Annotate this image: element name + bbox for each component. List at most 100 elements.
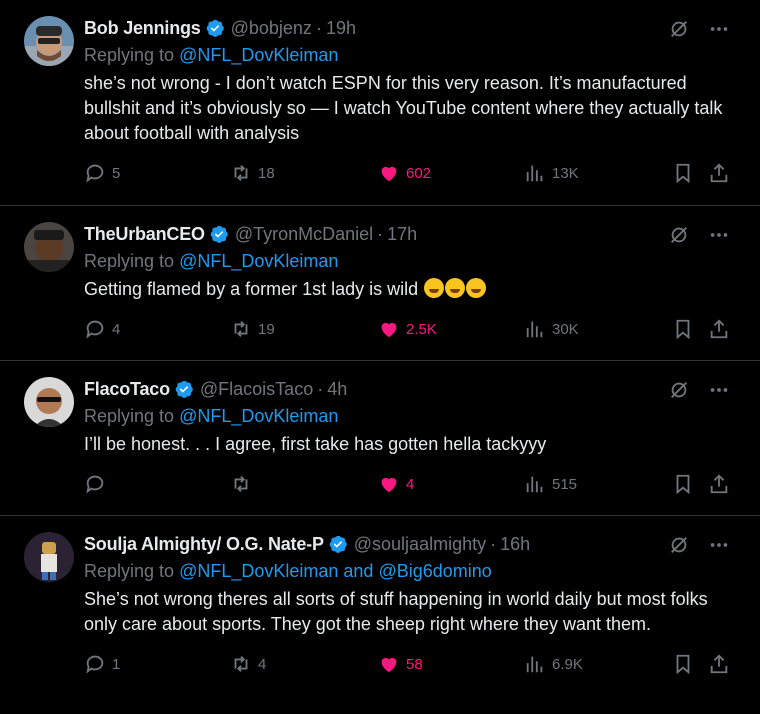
- view-count: 515: [552, 475, 578, 493]
- view-count: 30K: [552, 320, 579, 338]
- like-button[interactable]: 4: [378, 473, 414, 495]
- display-name[interactable]: FlacoTaco: [84, 379, 170, 400]
- reply-icon: [86, 475, 104, 494]
- handle[interactable]: @FlacoisTaco: [200, 379, 313, 400]
- reply-button[interactable]: 1: [84, 653, 120, 675]
- bookmark-button[interactable]: [672, 473, 694, 495]
- share-button[interactable]: [708, 473, 730, 495]
- handle[interactable]: @souljaalmighty: [354, 534, 486, 555]
- views-button[interactable]: 13K: [524, 162, 579, 184]
- retweet-button[interactable]: [230, 473, 258, 495]
- bookmark-button[interactable]: [672, 162, 694, 184]
- replying-label: Replying to: [84, 251, 175, 271]
- bookmark-icon: [676, 654, 690, 675]
- bookmark-button[interactable]: [672, 318, 694, 340]
- replying-label: Replying to: [84, 45, 175, 65]
- avatar[interactable]: [24, 16, 74, 66]
- display-name[interactable]: Bob Jennings: [84, 18, 201, 39]
- action-bar: 5 18 602 13K: [84, 146, 744, 202]
- mention-link[interactable]: @NFL_DovKleiman: [179, 251, 338, 271]
- timestamp[interactable]: 4h: [327, 379, 347, 400]
- avatar[interactable]: [24, 377, 74, 427]
- replying-to: Replying to @NFL_DovKleiman and @Big6dom…: [84, 558, 744, 584]
- slash-circle-icon[interactable]: [668, 224, 690, 246]
- share-button[interactable]: [708, 318, 730, 340]
- retweet-count: 19: [258, 320, 275, 338]
- replying-to: Replying to @NFL_DovKleiman: [84, 248, 744, 274]
- reply-count: 5: [112, 164, 121, 182]
- retweet-icon: [234, 165, 248, 181]
- like-button[interactable]: 602: [378, 162, 431, 184]
- separator-dot: ·: [490, 533, 497, 554]
- mention-link[interactable]: @NFL_DovKleiman: [179, 45, 338, 65]
- retweet-icon: [234, 476, 248, 492]
- separator-dot: ·: [315, 17, 322, 38]
- bookmark-button[interactable]: [672, 653, 694, 675]
- more-icon[interactable]: [708, 379, 730, 401]
- bookmark-icon: [676, 474, 690, 495]
- separator-dot: ·: [317, 378, 324, 399]
- view-count: 6.9K: [552, 655, 583, 673]
- views-icon: [526, 321, 543, 338]
- like-button[interactable]: 2.5K: [378, 318, 437, 340]
- more-icon[interactable]: [708, 534, 730, 556]
- share-icon: [710, 163, 728, 183]
- reply-button[interactable]: 4: [84, 318, 120, 340]
- views-icon: [526, 476, 543, 493]
- reply-icon: [86, 320, 104, 339]
- share-icon: [710, 474, 728, 494]
- display-name[interactable]: TheUrbanCEO: [84, 224, 205, 245]
- retweet-icon: [234, 656, 248, 672]
- more-icon[interactable]: [708, 224, 730, 246]
- tweet[interactable]: Bob Jennings @bobjenz · 19h Replying to …: [0, 0, 760, 206]
- retweet-button[interactable]: 18: [230, 162, 275, 184]
- verified-badge-icon: [206, 19, 224, 37]
- tweet-text: She’s not wrong theres all sorts of stuf…: [84, 589, 708, 634]
- slash-circle-icon[interactable]: [668, 379, 690, 401]
- handle[interactable]: @TyronMcDaniel: [235, 224, 373, 245]
- verified-badge-icon: [329, 535, 347, 553]
- separator-dot: ·: [377, 223, 384, 244]
- timestamp[interactable]: 16h: [500, 534, 530, 555]
- views-button[interactable]: 30K: [524, 318, 579, 340]
- mention-link[interactable]: @NFL_DovKleiman and @Big6domino: [179, 561, 492, 581]
- avatar[interactable]: [24, 532, 74, 582]
- retweet-count: 4: [258, 655, 267, 673]
- tweet-text: I’ll be honest. . . I agree, first take …: [84, 434, 547, 454]
- views-button[interactable]: 6.9K: [524, 653, 583, 675]
- slash-circle-icon[interactable]: [668, 18, 690, 40]
- tweet[interactable]: TheUrbanCEO @TyronMcDaniel · 17h Replyin…: [0, 206, 760, 361]
- like-count: 58: [406, 655, 423, 673]
- reply-button[interactable]: [84, 473, 112, 495]
- views-button[interactable]: 515: [524, 473, 577, 495]
- rolling-laughing-emoji-icon: [445, 278, 466, 298]
- tweet[interactable]: Soulja Almighty/ O.G. Nate-P @souljaalmi…: [0, 516, 760, 714]
- like-button[interactable]: 58: [378, 653, 423, 675]
- tweet[interactable]: FlacoTaco @FlacoisTaco · 4h Replying to …: [0, 361, 760, 516]
- handle[interactable]: @bobjenz: [231, 18, 312, 39]
- mention-link[interactable]: @NFL_DovKleiman: [179, 406, 338, 426]
- share-button[interactable]: [708, 653, 730, 675]
- retweet-button[interactable]: 19: [230, 318, 275, 340]
- heart-icon: [381, 657, 397, 673]
- timestamp[interactable]: 17h: [387, 224, 417, 245]
- replying-to: Replying to @NFL_DovKleiman: [84, 403, 744, 429]
- reply-button[interactable]: 5: [84, 162, 120, 184]
- reply-icon: [86, 655, 104, 674]
- more-icon[interactable]: [708, 18, 730, 40]
- action-bar: 4 515: [84, 457, 744, 513]
- retweet-button[interactable]: 4: [230, 653, 266, 675]
- avatar[interactable]: [24, 222, 74, 272]
- rolling-laughing-emoji-icon: [466, 278, 487, 298]
- reply-icon: [86, 164, 104, 183]
- like-count: 2.5K: [406, 320, 437, 338]
- timestamp[interactable]: 19h: [326, 18, 356, 39]
- reply-count: 4: [112, 320, 121, 338]
- replying-label: Replying to: [84, 561, 175, 581]
- rolling-laughing-emoji-icon: [424, 278, 445, 298]
- slash-circle-icon[interactable]: [668, 534, 690, 556]
- share-button[interactable]: [708, 162, 730, 184]
- reply-count: 1: [112, 655, 121, 673]
- display-name[interactable]: Soulja Almighty/ O.G. Nate-P: [84, 534, 324, 555]
- share-icon: [710, 654, 728, 674]
